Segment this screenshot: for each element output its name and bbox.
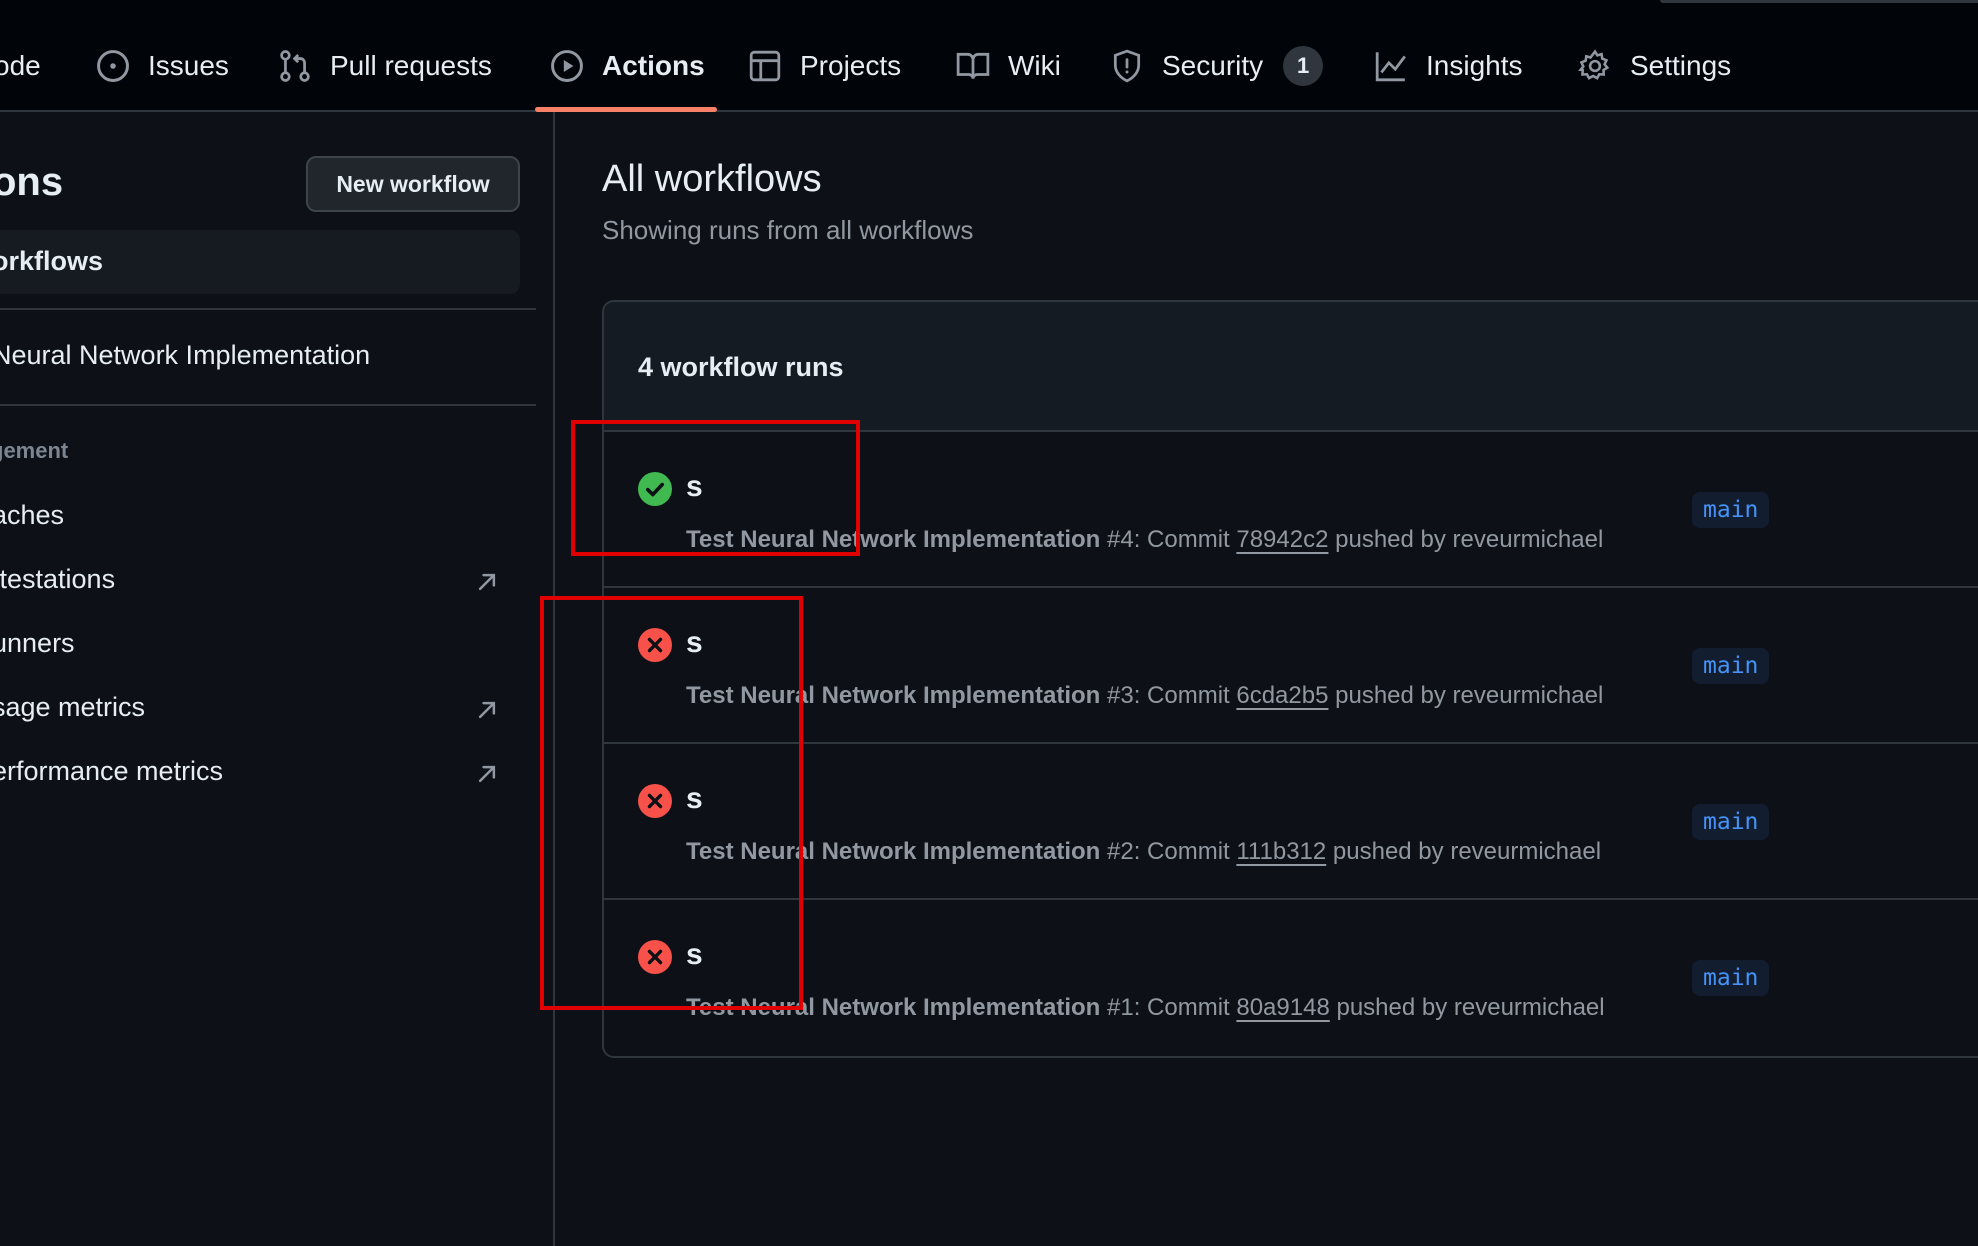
x-circle-icon: [638, 628, 672, 662]
run-number: #2: [1106, 838, 1134, 865]
run-workflow-name: Test Neural Network Implementation: [686, 526, 1101, 553]
run-meta: Test Neural Network Implementation #2: C…: [686, 838, 1601, 866]
run-workflow-name: Test Neural Network Implementation: [686, 838, 1101, 865]
tab-code-label: ode: [0, 50, 41, 81]
run-workflow-name: Test Neural Network Implementation: [686, 682, 1101, 709]
tab-wiki-label: Wiki: [1008, 50, 1061, 81]
x-circle-icon: [638, 940, 672, 974]
shield-icon: [1113, 49, 1141, 83]
sidebar-title: ons: [0, 160, 64, 204]
new-workflow-button[interactable]: New workflow: [306, 156, 520, 212]
tab-insights[interactable]: Insights: [1374, 42, 1523, 90]
tab-insights-label: Insights: [1426, 50, 1523, 81]
sidebar-item-all-workflows[interactable]: orkflows: [0, 230, 520, 294]
active-tab-underline: [535, 107, 717, 112]
run-number: #3: [1106, 682, 1134, 709]
actions-sidebar: ons New workflow orkflows Neural Network…: [0, 112, 555, 1246]
run-commit-prefix: : Commit: [1133, 838, 1237, 865]
sidebar-item-caches[interactable]: aches: [0, 500, 64, 531]
branch-label[interactable]: main: [1692, 648, 1770, 684]
page-title: All workflows: [602, 158, 822, 200]
graph-icon: [1375, 52, 1406, 82]
run-commit-prefix: : Commit: [1133, 682, 1237, 709]
sidebar-item-workflow[interactable]: Neural Network Implementation: [0, 340, 370, 371]
page-subtitle: Showing runs from all workflows: [602, 215, 974, 245]
run-number: #1: [1106, 994, 1134, 1021]
commit-sha-link[interactable]: 80a9148: [1236, 994, 1329, 1021]
run-pushed-by: pushed by reveurmichael: [1326, 838, 1602, 865]
commit-sha-link[interactable]: 111b312: [1236, 838, 1326, 865]
sidebar-heading-management: gement: [0, 438, 69, 463]
link-external-icon: [478, 765, 496, 783]
tab-wiki[interactable]: Wiki: [956, 42, 1061, 90]
workflow-runs-list: 4 workflow runs s Test Neural Network Im…: [602, 300, 1978, 1058]
tab-security-label: Security: [1162, 50, 1264, 81]
link-external-icon: [478, 701, 496, 719]
run-title-link[interactable]: s: [686, 626, 703, 660]
sidebar-item-usage-metrics[interactable]: sage metrics: [0, 692, 145, 723]
sidebar-item-attestations[interactable]: ttestations: [0, 564, 115, 595]
workflow-run-row[interactable]: s Test Neural Network Implementation #2:…: [604, 744, 1978, 900]
run-meta: Test Neural Network Implementation #3: C…: [686, 682, 1603, 710]
tab-actions[interactable]: Actions: [550, 42, 705, 90]
tab-pull-requests-label: Pull requests: [330, 50, 492, 81]
tab-projects-label: Projects: [800, 50, 902, 81]
tab-settings-label: Settings: [1630, 50, 1732, 81]
branch-label[interactable]: main: [1692, 804, 1770, 840]
run-pushed-by: pushed by reveurmichael: [1328, 682, 1604, 709]
tab-code[interactable]: ode: [0, 42, 41, 90]
link-external-icon: [478, 573, 496, 591]
runs-list-header: 4 workflow runs: [604, 302, 1978, 432]
branch-label[interactable]: main: [1692, 960, 1770, 996]
x-circle-icon: [638, 784, 672, 818]
play-icon: [551, 50, 583, 82]
check-circle-icon: [638, 472, 672, 506]
run-title-link[interactable]: s: [686, 782, 703, 816]
run-commit-prefix: : Commit: [1133, 526, 1237, 553]
book-icon: [956, 52, 990, 80]
commit-sha-link[interactable]: 6cda2b5: [1236, 682, 1328, 709]
branch-label[interactable]: main: [1692, 492, 1770, 528]
tab-issues[interactable]: Issues: [96, 42, 229, 90]
tab-actions-label: Actions: [602, 50, 705, 81]
tab-projects[interactable]: Projects: [748, 42, 901, 90]
tab-settings[interactable]: Settings: [1578, 42, 1731, 90]
tab-issues-label: Issues: [148, 50, 229, 81]
sidebar-divider: [0, 308, 536, 310]
tab-pull-requests[interactable]: Pull requests: [278, 42, 492, 90]
workflow-run-row[interactable]: s Test Neural Network Implementation #4:…: [604, 432, 1978, 588]
sidebar-item-runners[interactable]: unners: [0, 628, 75, 659]
gear-icon: [1578, 49, 1610, 80]
table-icon: [749, 50, 781, 82]
run-number: #4: [1106, 526, 1134, 553]
run-pushed-by: pushed by reveurmichael: [1329, 994, 1605, 1021]
run-commit-prefix: : Commit: [1133, 994, 1237, 1021]
workflow-run-row[interactable]: s Test Neural Network Implementation #3:…: [604, 588, 1978, 744]
commit-sha-link[interactable]: 78942c2: [1236, 526, 1328, 553]
sidebar-item-performance-metrics[interactable]: erformance metrics: [0, 756, 223, 787]
runs-count: 4 workflow runs: [638, 352, 844, 382]
run-title-link[interactable]: s: [686, 938, 703, 972]
workflow-run-row[interactable]: s Test Neural Network Implementation #1:…: [604, 900, 1978, 1056]
run-pushed-by: pushed by reveurmichael: [1328, 526, 1604, 553]
sidebar-divider: [0, 404, 536, 406]
run-workflow-name: Test Neural Network Implementation: [686, 994, 1101, 1021]
run-meta: Test Neural Network Implementation #4: C…: [686, 526, 1603, 554]
tab-security[interactable]: Security 1: [1110, 42, 1324, 90]
run-title-link[interactable]: s: [686, 470, 703, 504]
sidebar-item-label: orkflows: [0, 246, 104, 276]
run-meta: Test Neural Network Implementation #1: C…: [686, 994, 1605, 1022]
nav-top-border: [1660, 0, 1978, 3]
repo-nav: ode Issues Pull requests Actions Project…: [0, 0, 1978, 112]
security-counter-badge: 1: [1283, 46, 1324, 86]
git-pull-request-icon: [280, 50, 310, 82]
issue-opened-icon: [97, 50, 129, 82]
